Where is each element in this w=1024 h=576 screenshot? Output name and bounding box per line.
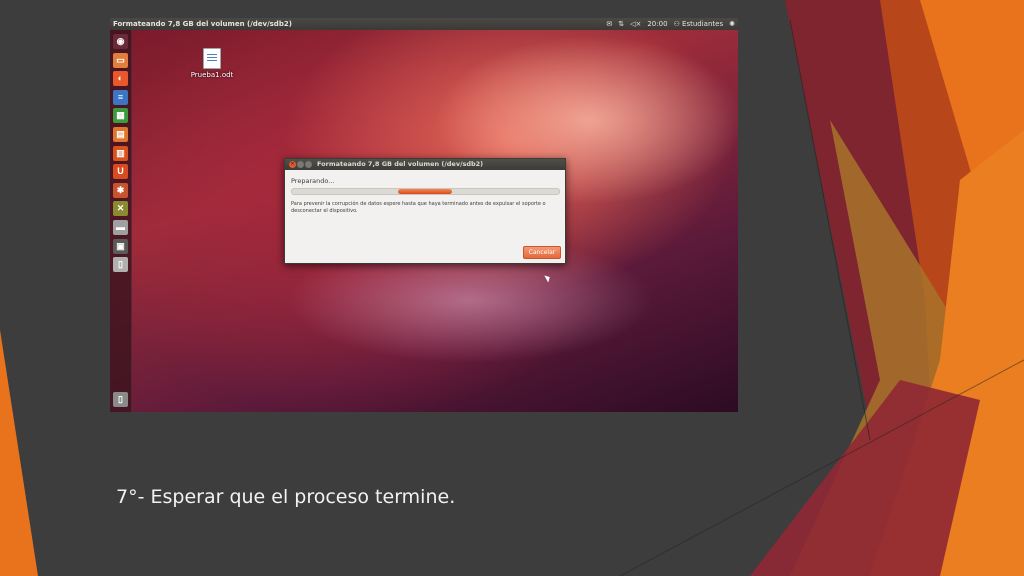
- disk-utility-icon[interactable]: ▬: [113, 220, 128, 235]
- document-icon: [203, 48, 221, 69]
- impress-icon[interactable]: ▤: [113, 127, 128, 142]
- ubuntu-one-icon[interactable]: U: [113, 164, 128, 180]
- software-center-icon[interactable]: ▥: [113, 145, 128, 161]
- network-arrows-icon[interactable]: ⇅: [618, 18, 624, 30]
- slide-caption: 7°- Esperar que el proceso termine.: [116, 486, 456, 508]
- dash-home-icon[interactable]: ◉: [113, 34, 128, 49]
- calc-icon[interactable]: ▦: [113, 108, 128, 124]
- firefox-icon[interactable]: ◐: [113, 71, 128, 87]
- terminal-icon[interactable]: ▣: [113, 238, 128, 254]
- system-tray: ✉ ⇅ ◁× 20:00 ⚇ Estudiantes ✺: [606, 18, 735, 30]
- speaker-muted-icon[interactable]: ◁×: [630, 18, 641, 30]
- system-settings-icon[interactable]: ✱: [113, 182, 128, 198]
- dialog-message: Para prevenir la corrupción de datos esp…: [291, 201, 546, 214]
- launcher: ◉ ▭ ◐ ≡ ▦ ▤ ▥ U ✱ ✕ ▬ ▣ ▯ ▯: [110, 30, 132, 412]
- files-icon[interactable]: ▭: [113, 52, 128, 68]
- user-menu[interactable]: ⚇ Estudiantes: [674, 18, 724, 30]
- maximize-icon[interactable]: [305, 161, 312, 168]
- usb-drive-icon[interactable]: ▯: [113, 257, 128, 273]
- writer-icon[interactable]: ≡: [113, 89, 128, 105]
- desktop-file-label: Prueba1.odt: [190, 71, 234, 79]
- dialog-titlebar: × Formateando 7,8 GB del volumen (/dev/s…: [285, 159, 565, 170]
- cancel-button[interactable]: Cancelar: [523, 246, 561, 259]
- tool-icon[interactable]: ✕: [113, 201, 128, 217]
- dialog-title: Formateando 7,8 GB del volumen (/dev/sdb…: [317, 160, 484, 168]
- desktop-file[interactable]: Prueba1.odt: [182, 48, 242, 79]
- top-panel: Formateando 7,8 GB del volumen (/dev/sdb…: [110, 18, 738, 30]
- clock[interactable]: 20:00: [647, 18, 667, 30]
- screenshot-frame: Formateando 7,8 GB del volumen (/dev/sdb…: [110, 18, 738, 412]
- panel-window-title: Formateando 7,8 GB del volumen (/dev/sdb…: [113, 20, 292, 28]
- envelope-icon[interactable]: ✉: [606, 18, 612, 30]
- trash-icon[interactable]: ▯: [113, 392, 128, 407]
- close-icon[interactable]: ×: [289, 161, 296, 168]
- user-name: Estudiantes: [682, 20, 724, 28]
- progress-pulse: [398, 189, 452, 194]
- format-dialog: × Formateando 7,8 GB del volumen (/dev/s…: [284, 158, 566, 264]
- gear-icon[interactable]: ✺: [729, 18, 735, 30]
- minimize-icon[interactable]: [297, 161, 304, 168]
- dialog-status: Preparando...: [291, 177, 335, 185]
- person-icon: ⚇: [673, 20, 680, 28]
- progress-bar: [291, 188, 560, 195]
